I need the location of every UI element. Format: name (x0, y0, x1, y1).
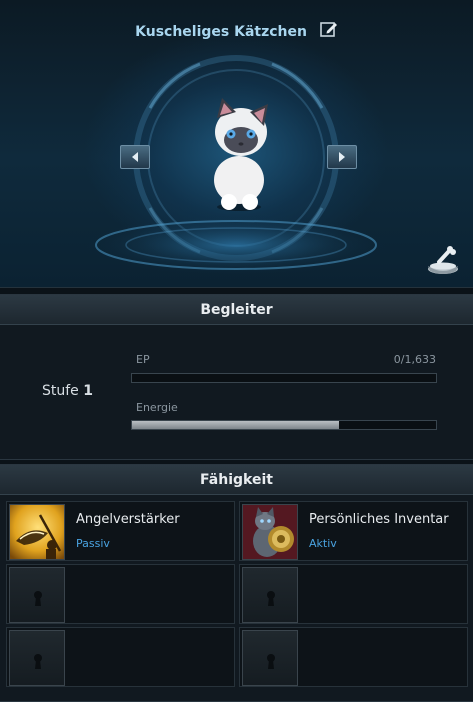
fishing-boost-icon (9, 504, 65, 560)
locked-ability-slot (6, 627, 235, 687)
keyhole-lock-icon (9, 630, 65, 686)
level-value: 1 (83, 383, 93, 399)
level-display: Stufe 1 (42, 383, 93, 399)
pet-name-row: Kuscheliges Kätzchen (0, 20, 473, 40)
ep-value: 0/1,633 (393, 353, 436, 366)
pencil-edit-icon[interactable] (320, 20, 338, 38)
keyhole-lock-icon (9, 567, 65, 623)
arrow-right-icon (339, 152, 345, 162)
abilities-panel: Fähigkeit Angelverstärker Passiv Persönl… (0, 464, 473, 702)
locked-ability-slot (239, 564, 468, 624)
locked-ability-slot (239, 627, 468, 687)
cat-backpack-icon (242, 504, 298, 560)
locked-ability-slot (6, 564, 235, 624)
previous-pet-button[interactable] (120, 145, 150, 169)
level-prefix: Stufe (42, 383, 79, 399)
keyhole-lock-icon (242, 630, 298, 686)
pet-preview: Kuscheliges Kätzchen (0, 0, 473, 288)
pet-name: Kuscheliges Kätzchen (135, 24, 307, 40)
next-pet-button[interactable] (327, 145, 357, 169)
arrow-left-icon (132, 152, 138, 162)
ability-slot-inventory[interactable]: Persönliches Inventar Aktiv (239, 501, 468, 561)
kitten-pet (214, 98, 268, 211)
companion-header: Begleiter (0, 295, 473, 325)
ability-type: Passiv (76, 537, 110, 550)
ability-name: Angelverstärker (76, 512, 180, 527)
ability-type: Aktiv (309, 537, 337, 550)
food-bowl-icon[interactable] (423, 244, 463, 276)
ability-slot-fishing[interactable]: Angelverstärker Passiv (6, 501, 235, 561)
abilities-header: Fähigkeit (0, 465, 473, 495)
energy-progress-bar (131, 420, 437, 430)
ep-progress-bar (131, 373, 437, 383)
summoning-circle (86, 55, 386, 275)
energy-progress-fill (132, 421, 339, 429)
ability-name: Persönliches Inventar (309, 512, 449, 527)
ep-label: EP (136, 353, 150, 366)
energy-label: Energie (136, 401, 178, 414)
companion-panel: Begleiter Stufe 1 EP 0/1,633 Energie (0, 294, 473, 460)
keyhole-lock-icon (242, 567, 298, 623)
